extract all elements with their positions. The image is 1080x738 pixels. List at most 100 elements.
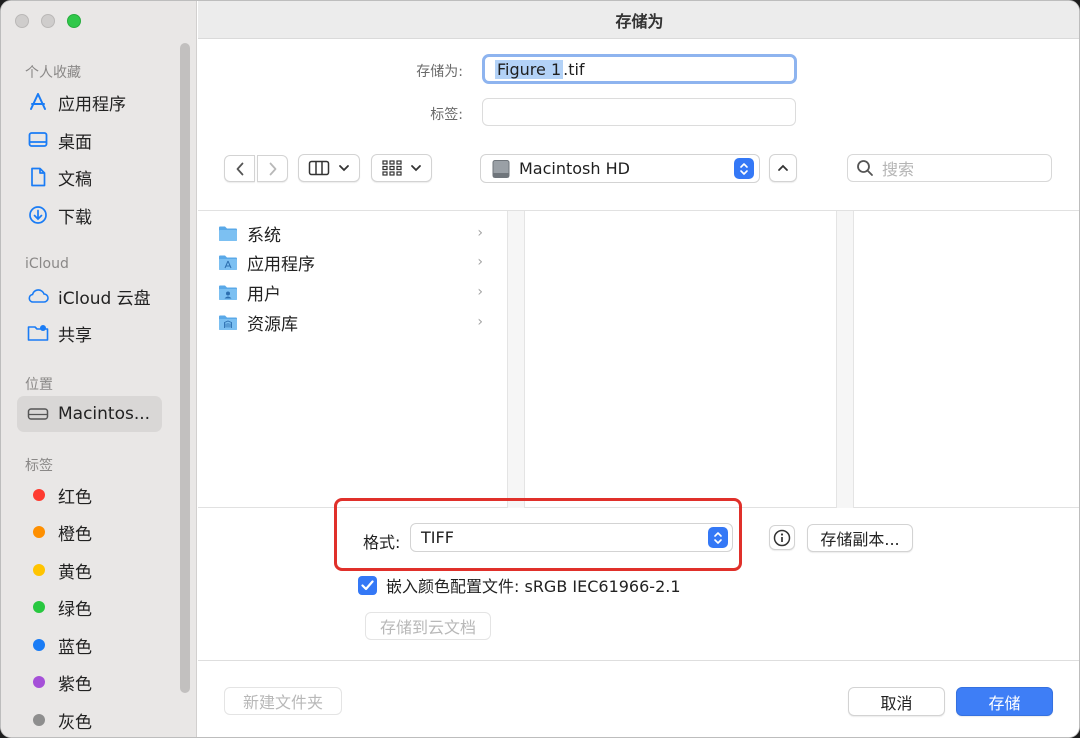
grid-view-icon (381, 160, 402, 176)
forward-button[interactable] (257, 155, 288, 182)
sidebar-item-downloads[interactable]: 下载 (17, 197, 162, 233)
file-row-label: 系统 (247, 225, 281, 246)
chevron-right-icon: › (477, 314, 483, 330)
sidebar-item-label: 文稿 (58, 169, 92, 190)
file-row-library[interactable]: 资源库 › (218, 308, 493, 336)
file-row-system[interactable]: 系统 › (218, 219, 493, 247)
column-divider[interactable] (836, 211, 854, 508)
sidebar-scrollbar[interactable] (180, 43, 190, 693)
footer-divider (198, 660, 1079, 661)
embed-color-profile-option[interactable]: 嵌入颜色配置文件: sRGB IEC61966-2.1 (358, 573, 681, 597)
title-bar: 存储为 (198, 1, 1079, 39)
sidebar: 个人收藏 应用程序 桌面 文稿 下载 iCloud iCloud 云盘 共享 位… (1, 1, 197, 737)
apps-icon (27, 91, 49, 113)
tags-input[interactable] (482, 98, 796, 126)
sidebar-item-label: 蓝色 (58, 637, 92, 658)
sidebar-item-label: 应用程序 (58, 94, 126, 115)
tags-label: 标签: (430, 107, 463, 123)
sidebar-item-label: 共享 (58, 325, 92, 346)
format-popup[interactable]: TIFF (410, 523, 733, 552)
filename-extension: .tif (563, 59, 585, 79)
sidebar-item-label: 黄色 (58, 562, 92, 583)
sidebar-item-documents[interactable]: 文稿 (17, 159, 162, 195)
file-row-applications[interactable]: 应用程序 › (218, 248, 493, 276)
sidebar-tag-blue[interactable]: 蓝色 (17, 627, 162, 663)
cancel-button[interactable]: 取消 (848, 687, 945, 716)
blue-tag-dot-icon (33, 639, 45, 651)
chevron-right-icon: › (477, 284, 483, 300)
shared-folder-icon (27, 322, 49, 344)
green-tag-dot-icon (33, 601, 45, 613)
file-row-label: 资源库 (247, 314, 298, 335)
sidebar-item-label: 绿色 (58, 599, 92, 620)
document-icon (27, 166, 49, 188)
sidebar-tag-yellow[interactable]: 黄色 (17, 552, 162, 588)
filename-input[interactable]: Figure 1 .tif (482, 54, 797, 84)
sidebar-tag-green[interactable]: 绿色 (17, 589, 162, 625)
info-button[interactable] (769, 525, 795, 550)
close-window-button[interactable] (15, 14, 29, 28)
embed-checkbox[interactable] (358, 575, 377, 595)
download-icon (27, 204, 49, 226)
sidebar-item-label: 灰色 (58, 712, 92, 733)
view-columns-button[interactable] (298, 154, 360, 182)
minimize-window-button[interactable] (41, 14, 55, 28)
saveas-label: 存储为: (416, 64, 463, 80)
sidebar-tag-gray[interactable]: 灰色 (17, 702, 162, 737)
orange-tag-dot-icon (33, 526, 45, 538)
chevron-down-icon (410, 165, 421, 172)
desktop-icon (27, 129, 49, 151)
save-to-cloud-button[interactable]: 存储到云文档 (365, 612, 491, 640)
sidebar-item-shared[interactable]: 共享 (17, 315, 162, 351)
sidebar-tag-orange[interactable]: 橙色 (17, 514, 162, 550)
hard-drive-icon (492, 159, 510, 178)
back-button[interactable] (224, 155, 255, 182)
zoom-window-button[interactable] (67, 14, 81, 28)
chevron-down-icon (339, 165, 349, 172)
file-browser: 系统 › 应用程序 › 用户 › 资源库 › (198, 210, 1079, 508)
sidebar-item-label: 桌面 (58, 132, 92, 153)
chevron-right-icon: › (477, 254, 483, 270)
chevron-left-icon (236, 162, 243, 175)
search-input[interactable]: 搜索 (847, 154, 1052, 182)
sidebar-item-label: Macintos... (58, 404, 151, 424)
file-row-label: 用户 (247, 284, 281, 305)
new-folder-button[interactable]: 新建文件夹 (224, 687, 342, 715)
yellow-tag-dot-icon (33, 564, 45, 576)
library-folder-icon (219, 315, 237, 330)
sidebar-item-icloud-drive[interactable]: iCloud 云盘 (17, 278, 162, 314)
sidebar-item-label: 下载 (58, 207, 92, 228)
search-icon (857, 160, 873, 176)
sidebar-tag-purple[interactable]: 紫色 (17, 664, 162, 700)
sidebar-section-favorites: 个人收藏 (25, 65, 81, 81)
file-row-users[interactable]: 用户 › (218, 278, 493, 306)
save-copy-button[interactable]: 存储副本... (807, 524, 913, 552)
up-down-stepper-icon (708, 527, 728, 548)
purple-tag-dot-icon (33, 676, 45, 688)
up-down-stepper-icon (734, 158, 754, 179)
file-row-label: 应用程序 (247, 254, 315, 275)
sidebar-item-desktop[interactable]: 桌面 (17, 122, 162, 158)
search-placeholder: 搜索 (882, 160, 915, 179)
chevron-right-icon: › (477, 225, 483, 241)
chevron-up-icon (778, 164, 788, 171)
sidebar-item-label: 橙色 (58, 524, 92, 545)
expand-collapse-button[interactable] (769, 154, 797, 182)
filename-selected-text: Figure 1 (495, 59, 564, 79)
users-folder-icon (219, 285, 237, 300)
group-view-button[interactable] (371, 154, 432, 182)
red-tag-dot-icon (33, 489, 45, 501)
sidebar-item-applications[interactable]: 应用程序 (17, 84, 162, 120)
sidebar-tag-red[interactable]: 红色 (17, 477, 162, 513)
disk-icon (27, 403, 49, 425)
info-icon (773, 529, 791, 546)
save-button[interactable]: 存储 (956, 687, 1053, 716)
location-label: Macintosh HD (519, 159, 630, 178)
column-divider[interactable] (507, 211, 525, 508)
cloud-icon (27, 285, 49, 307)
location-popup[interactable]: Macintosh HD (480, 154, 760, 183)
save-dialog-window: 个人收藏 应用程序 桌面 文稿 下载 iCloud iCloud 云盘 共享 位… (0, 0, 1080, 738)
sidebar-item-macintosh-hd[interactable]: Macintos... (17, 396, 162, 432)
sidebar-section-locations: 位置 (25, 377, 53, 393)
sidebar-item-label: iCloud 云盘 (58, 288, 151, 309)
